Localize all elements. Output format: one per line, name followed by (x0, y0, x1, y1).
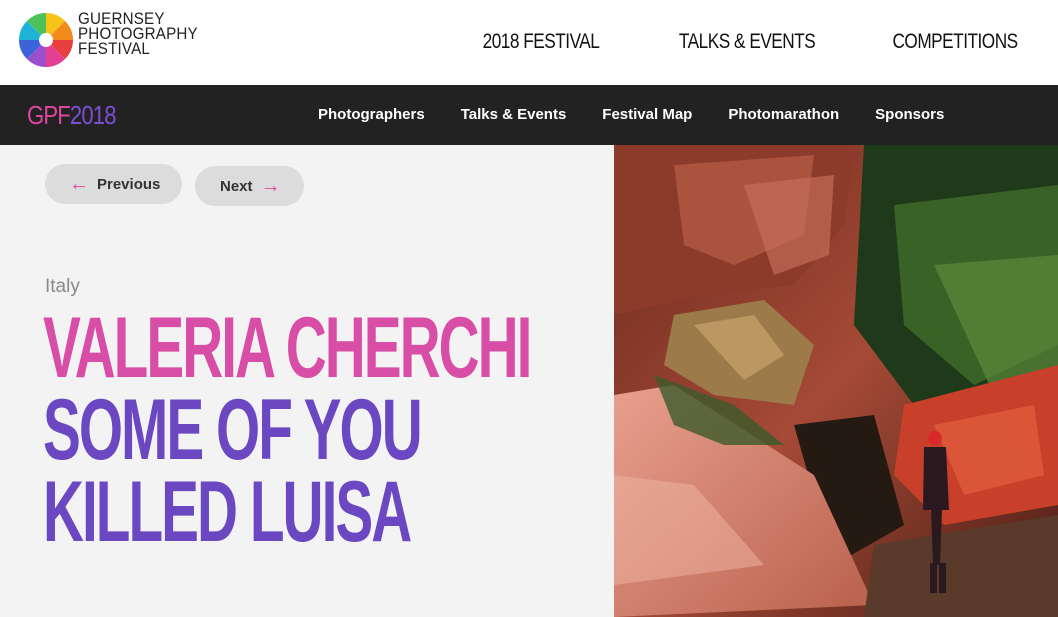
secondary-nav-bar: GPF2018 Photographers Talks & Events Fes… (0, 85, 1058, 145)
subnav-festival-map[interactable]: Festival Map (602, 106, 692, 123)
subnav-talks-events[interactable]: Talks & Events (461, 106, 567, 123)
page-title: VALERIA CHERCHI SOME OF YOU KILLED LUISA (43, 300, 532, 560)
subnav-photographers[interactable]: Photographers (318, 106, 425, 123)
arrow-left-icon: ← (69, 173, 89, 195)
gpf-badge-year: 2018 (69, 100, 117, 130)
subnav-sponsors[interactable]: Sponsors (875, 106, 944, 123)
festival-logo-icon[interactable] (18, 12, 74, 68)
logo-line-3: FESTIVAL (78, 40, 151, 58)
next-button[interactable]: Next → (195, 166, 304, 206)
nav-competitions[interactable]: COMPETITIONS (893, 30, 1019, 54)
subnav-photomarathon[interactable]: Photomarathon (728, 106, 839, 123)
arrow-right-icon: → (260, 175, 281, 197)
nav-talks-events[interactable]: TALKS & EVENTS (679, 30, 816, 54)
festival-logo-text[interactable]: GUERNSEY PHOTOGRAPHY FESTIVAL (78, 11, 198, 58)
photographer-info-panel: ← Previous Next → Italy VALERIA CHERCHI … (0, 145, 614, 617)
previous-label: Previous (97, 175, 161, 193)
previous-button[interactable]: ← Previous (45, 164, 182, 204)
nav-2018-festival[interactable]: 2018 FESTIVAL (482, 30, 599, 54)
gpf2018-logo[interactable]: GPF2018 (27, 100, 116, 131)
gpf-badge-text: GPF (27, 100, 71, 130)
top-header: GUERNSEY PHOTOGRAPHY FESTIVAL 2018 FESTI… (0, 0, 1058, 85)
next-label: Next (220, 177, 253, 195)
featured-photo (614, 145, 1058, 617)
secondary-nav: Photographers Talks & Events Festival Ma… (318, 106, 944, 123)
work-title-line-1: SOME OF YOU (43, 382, 423, 478)
photographer-country: Italy (45, 276, 80, 297)
primary-nav: 2018 FESTIVAL TALKS & EVENTS COMPETITION… (457, 30, 1018, 54)
photographer-name: VALERIA CHERCHI (43, 300, 532, 396)
work-title-line-2: KILLED LUISA (43, 464, 412, 560)
